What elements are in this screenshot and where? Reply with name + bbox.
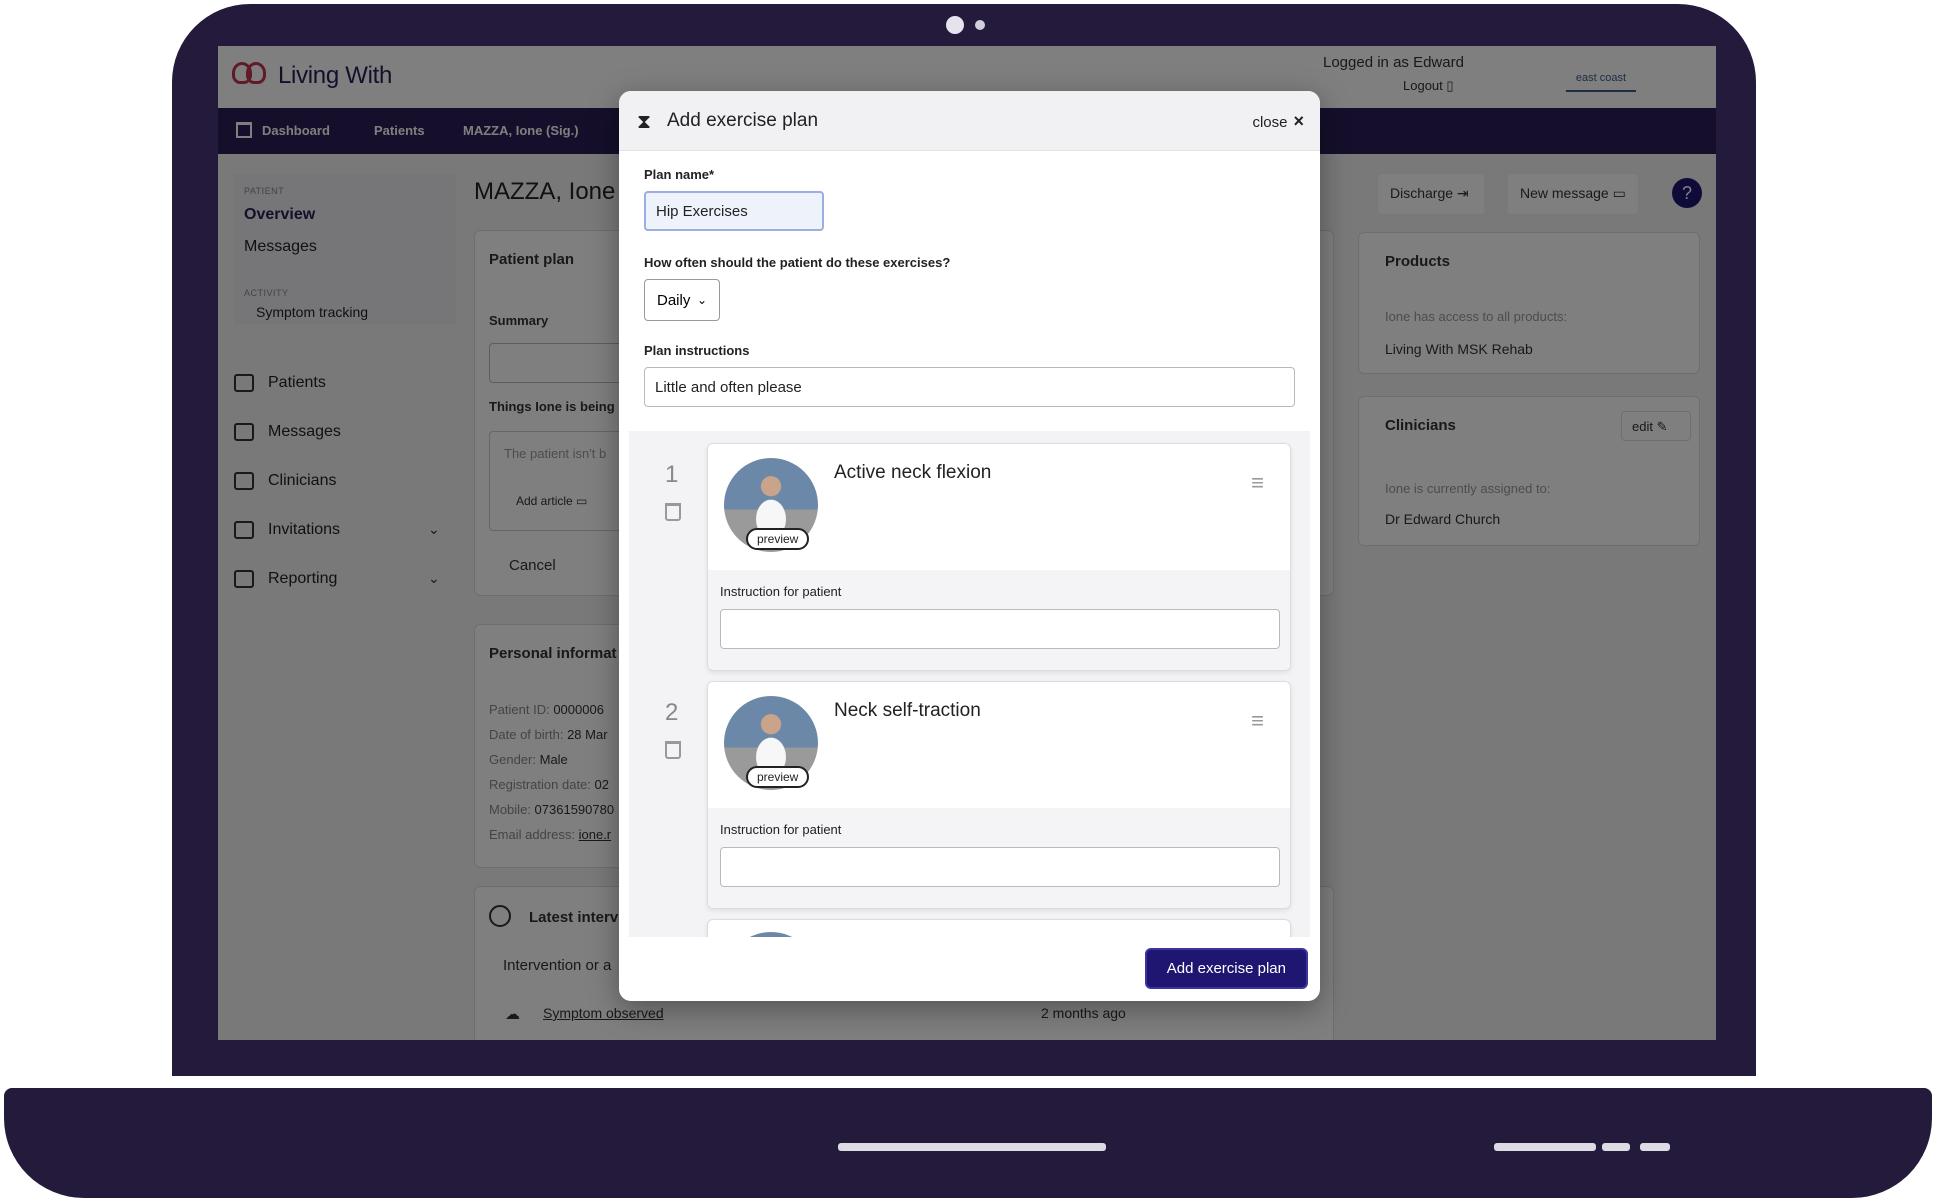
instruction-input[interactable]	[720, 609, 1280, 649]
preview-button[interactable]: preview	[746, 528, 810, 550]
exercise-name: Neck self-traction	[834, 700, 981, 721]
add-exercise-plan-button[interactable]: Add exercise plan	[1144, 948, 1308, 989]
instructions-label: Plan instructions	[644, 343, 750, 358]
port-line	[1494, 1143, 1596, 1151]
exercise-list: 1 preview Active neck flexion ≡ Instruct…	[629, 431, 1310, 937]
plan-instructions-input[interactable]	[644, 367, 1295, 407]
instruction-input[interactable]	[720, 847, 1280, 887]
add-exercise-plan-modal: ⧗ Add exercise plan close× Plan name* Ho…	[619, 91, 1320, 1001]
exercise-icon: ⧗	[637, 111, 652, 133]
exercise-card-partial	[707, 919, 1291, 937]
app-screen: Living With Logged in as Edward Logout ▯…	[218, 46, 1716, 1040]
drag-handle-icon[interactable]: ≡	[1251, 708, 1264, 734]
port-line	[1602, 1143, 1630, 1151]
plan-name-input[interactable]	[644, 191, 824, 231]
chevron-down-icon: ⌄	[696, 293, 707, 307]
frequency-label: How often should the patient do these ex…	[644, 255, 951, 270]
modal-title: Add exercise plan	[667, 110, 819, 131]
instruction-label: Instruction for patient	[720, 584, 842, 599]
instruction-label: Instruction for patient	[720, 822, 842, 837]
port-line	[1640, 1143, 1670, 1151]
exercise-card: preview Neck self-traction ≡ Instruction…	[707, 681, 1291, 909]
modal-header: ⧗ Add exercise plan close ×	[619, 91, 1320, 151]
trash-icon[interactable]	[665, 741, 681, 759]
exercise-thumbnail	[724, 932, 818, 937]
exercise-card: preview Active neck flexion ≡ Instructio…	[707, 443, 1291, 671]
preview-button[interactable]: preview	[746, 766, 810, 788]
frequency-select[interactable]: Daily ⌄	[644, 279, 720, 321]
camera-icon	[946, 16, 964, 34]
trash-icon[interactable]	[665, 503, 681, 521]
close-button[interactable]: close ×	[1252, 111, 1304, 132]
close-icon: ×	[1293, 111, 1304, 131]
exercise-number: 2	[665, 699, 679, 726]
drag-handle-icon[interactable]: ≡	[1251, 470, 1264, 496]
trackpad-line	[838, 1143, 1106, 1151]
exercise-number: 1	[665, 461, 679, 488]
exercise-name: Active neck flexion	[834, 462, 992, 483]
camera-light	[975, 20, 985, 30]
plan-name-label: Plan name*	[644, 167, 715, 182]
